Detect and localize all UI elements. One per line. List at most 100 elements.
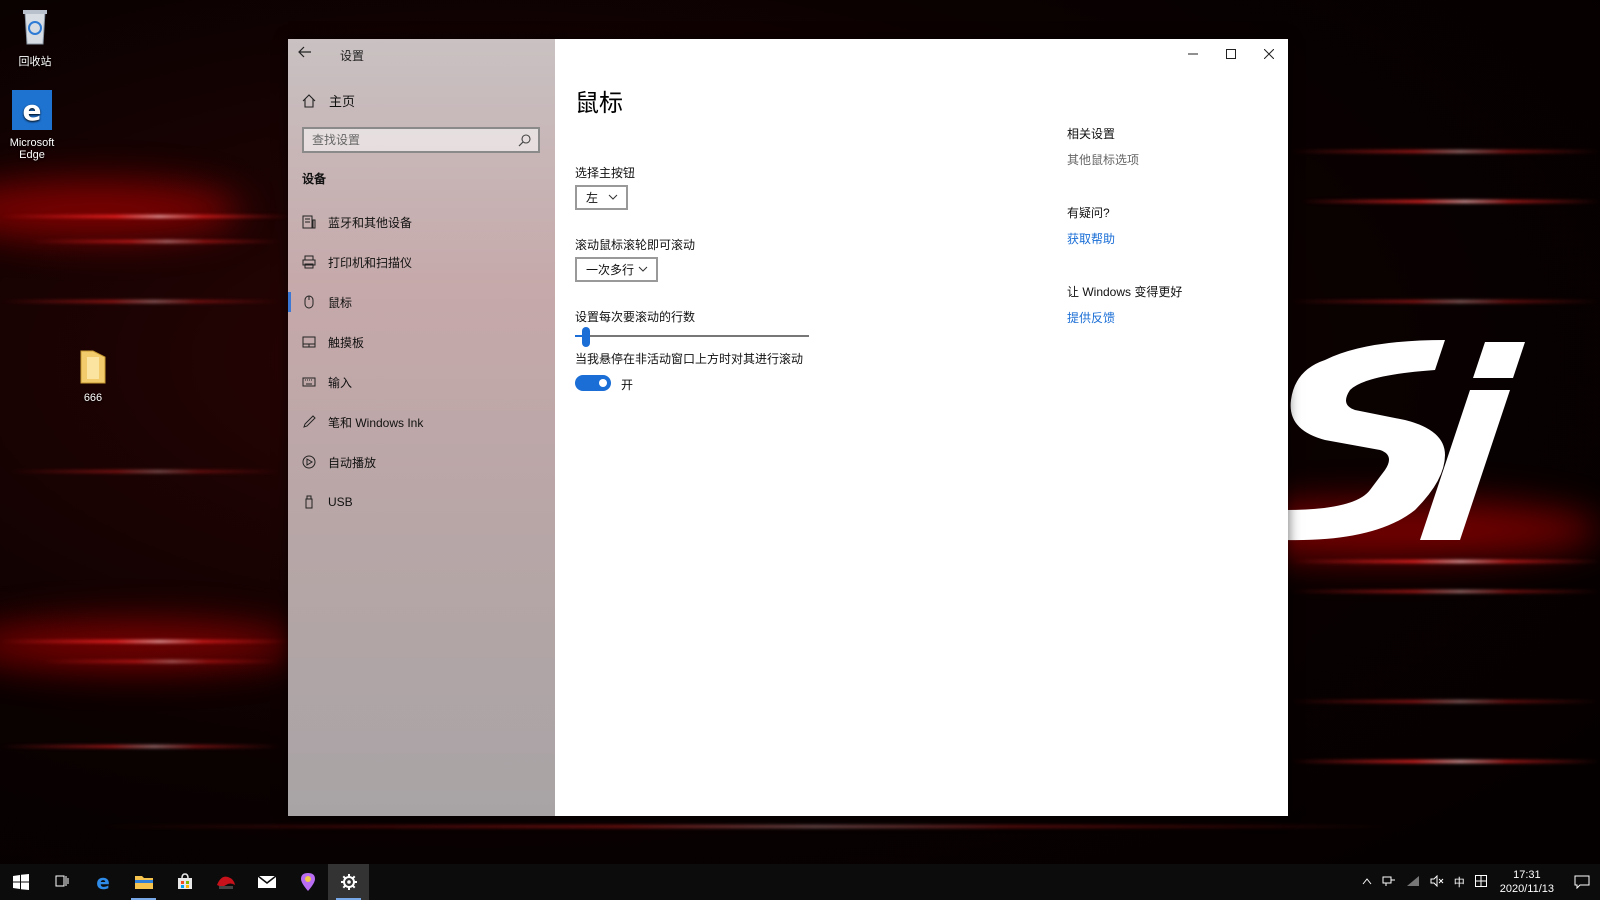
wheel-scroll-label: 滚动鼠标滚轮即可滚动 (575, 238, 696, 252)
sidebar-item-mouse[interactable]: 鼠标 (288, 282, 555, 322)
ime-mode-button[interactable] (1474, 874, 1487, 890)
notification-icon (1574, 875, 1590, 889)
sidebar-item-bluetooth[interactable]: 蓝牙和其他设备 (288, 202, 555, 242)
search-input[interactable] (304, 129, 520, 151)
chevron-up-icon (1362, 878, 1372, 885)
taskbar: e 中 17:31 2020/11/13 (0, 864, 1600, 900)
sidebar-item-label: 触摸板 (328, 335, 365, 350)
primary-button-value: 左 (586, 191, 599, 205)
minimize-button[interactable] (1174, 39, 1212, 69)
desktop-icon-label: 666 (83, 392, 103, 404)
maps-icon (300, 873, 315, 891)
mail-icon (257, 875, 276, 888)
ime-grid-icon (1474, 874, 1487, 887)
page-title: 鼠标 (575, 90, 623, 117)
slider-track (575, 335, 809, 337)
close-button[interactable] (1250, 39, 1288, 69)
get-help-link[interactable]: 获取帮助 (1067, 230, 1267, 247)
maximize-button[interactable] (1212, 39, 1250, 69)
sidebar-item-usb[interactable]: USB (288, 482, 555, 522)
sidebar-item-touchpad[interactable]: 触摸板 (288, 322, 555, 362)
wifi-status[interactable] (1406, 875, 1420, 890)
toggle-state-label: 开 (621, 378, 634, 392)
recycle-bin-icon (23, 10, 47, 45)
svg-text:e: e (23, 94, 42, 127)
sidebar-item-typing[interactable]: 输入 (288, 362, 555, 402)
network-status[interactable] (1382, 875, 1396, 890)
bluetooth-devices-icon (302, 215, 316, 229)
desktop-icon-recycle-bin[interactable]: 回收站 (0, 6, 70, 69)
window-title: 设置 (340, 49, 365, 63)
desktop-icon-folder-666[interactable]: 666 (58, 345, 128, 404)
clock-date: 2020/11/13 (1499, 883, 1554, 895)
more-mouse-options-link[interactable]: 其他鼠标选项 (1067, 151, 1267, 168)
scroll-lines-slider[interactable] (575, 327, 809, 347)
taskbar-apps: e (0, 864, 369, 900)
chevron-down-icon (608, 194, 618, 200)
settings-window: 设置 主页 设备 蓝牙和其他设备 打印机和扫描仪 (288, 39, 1288, 816)
start-button[interactable] (0, 864, 41, 900)
autoplay-icon (302, 455, 316, 469)
give-feedback-link[interactable]: 提供反馈 (1067, 309, 1267, 326)
settings-sidebar: 设置 主页 设备 蓝牙和其他设备 打印机和扫描仪 (288, 39, 555, 816)
task-view-icon (55, 875, 68, 887)
sidebar-item-label: 笔和 Windows Ink (328, 415, 424, 430)
wheel-scroll-value: 一次多行 (586, 263, 635, 277)
start-icon (12, 874, 29, 890)
taskbar-settings[interactable] (328, 864, 369, 900)
usb-icon (305, 495, 313, 509)
input-method-indicator[interactable]: 中 (1454, 874, 1465, 890)
back-button[interactable] (298, 45, 318, 63)
close-icon (1264, 49, 1274, 59)
taskbar-mail[interactable] (246, 864, 287, 900)
minimize-icon (1188, 53, 1198, 55)
sidebar-nav: 蓝牙和其他设备 打印机和扫描仪 鼠标 触摸板 输入 笔和 Windows Ink (288, 202, 555, 522)
taskbar-maps[interactable] (287, 864, 328, 900)
taskbar-clock[interactable]: 17:31 2020/11/13 (1500, 868, 1554, 896)
printer-icon (302, 255, 316, 269)
improve-windows-heading: 让 Windows 变得更好 (1067, 285, 1183, 299)
window-controls (1174, 39, 1288, 69)
maximize-icon (1226, 49, 1236, 59)
primary-button-dropdown[interactable]: 左 (575, 185, 628, 210)
home-link[interactable]: 主页 (302, 91, 355, 110)
wheel-scroll-dropdown[interactable]: 一次多行 (575, 257, 658, 282)
volume-muted-icon (1430, 874, 1444, 887)
sidebar-item-autoplay[interactable]: 自动播放 (288, 442, 555, 482)
sidebar-item-pen[interactable]: 笔和 Windows Ink (288, 402, 555, 442)
title-bar[interactable]: 设置 (288, 39, 555, 69)
show-hidden-icons-button[interactable] (1362, 876, 1372, 888)
clock-time: 17:31 (1513, 869, 1541, 881)
home-icon (302, 93, 316, 108)
desktop-icon-edge[interactable]: e Microsoft Edge (0, 90, 67, 161)
mouse-icon (304, 295, 314, 309)
toggle-knob (599, 379, 607, 387)
slider-thumb[interactable] (582, 327, 590, 347)
sidebar-item-printers[interactable]: 打印机和扫描仪 (288, 242, 555, 282)
pen-icon (303, 415, 316, 428)
file-explorer-icon (134, 876, 153, 889)
task-view-button[interactable] (41, 864, 82, 900)
store-icon (177, 873, 192, 889)
taskbar-edge[interactable]: e (82, 864, 123, 900)
action-center-button[interactable] (1564, 864, 1600, 900)
volume-status[interactable] (1430, 874, 1444, 890)
edge-icon: e (96, 872, 110, 892)
folder-icon (80, 350, 106, 384)
svg-text:e: e (96, 872, 110, 892)
settings-search-box[interactable] (302, 127, 540, 153)
taskbar-msi-app[interactable] (205, 864, 246, 900)
wifi-off-icon (1406, 875, 1419, 886)
primary-button-label: 选择主按钮 (575, 166, 636, 180)
inactive-scroll-label: 当我悬停在非活动窗口上方时对其进行滚动 (575, 352, 804, 366)
taskbar-file-explorer[interactable] (123, 864, 164, 900)
related-settings-panel: 相关设置 其他鼠标选项 有疑问? 获取帮助 让 Windows 变得更好 提供反… (1067, 125, 1267, 326)
search-icon[interactable] (518, 133, 532, 147)
inactive-scroll-toggle[interactable] (575, 375, 611, 391)
home-label: 主页 (329, 94, 356, 109)
settings-icon (340, 874, 357, 890)
taskbar-store[interactable] (164, 864, 205, 900)
chevron-down-icon (638, 266, 648, 272)
msi-dragon-icon (216, 876, 235, 889)
scroll-lines-label: 设置每次要滚动的行数 (575, 310, 696, 324)
